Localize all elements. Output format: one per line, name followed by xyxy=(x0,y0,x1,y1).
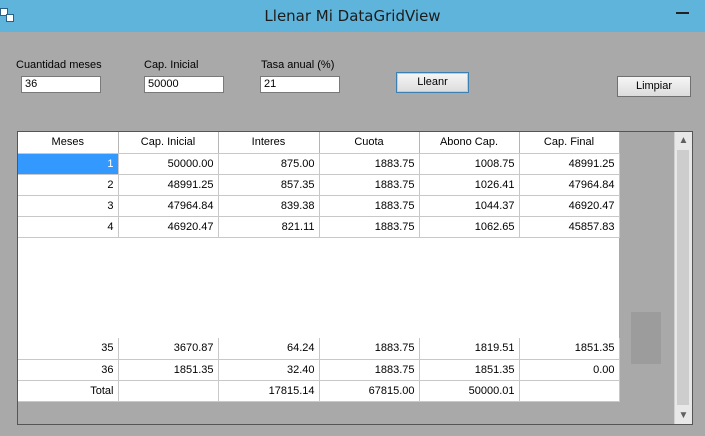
grid-cell[interactable]: 1819.51 xyxy=(419,338,520,360)
grid-cell[interactable]: 1008.75 xyxy=(419,153,520,175)
grid-cell[interactable]: 875.00 xyxy=(218,153,320,175)
months-label: Cuantidad meses xyxy=(16,59,102,71)
grid-cell[interactable]: 1883.75 xyxy=(319,359,420,381)
grid-cell[interactable]: 1851.35 xyxy=(419,359,520,381)
grid-cell[interactable]: 35 xyxy=(18,338,119,360)
grid-cell[interactable]: 857.35 xyxy=(218,174,320,196)
grid-cell[interactable]: 48991.25 xyxy=(519,153,620,175)
grid-cell[interactable]: 1 xyxy=(18,153,119,175)
table-row[interactable]: 2 48991.25 857.35 1883.75 1026.41 47964.… xyxy=(18,174,620,196)
grid-blank-area xyxy=(18,220,619,338)
grid-cell[interactable] xyxy=(118,380,219,402)
column-header[interactable]: Cap. Inicial xyxy=(118,132,219,154)
fill-button[interactable]: Lleanr xyxy=(396,72,469,93)
table-row[interactable]: 4 46920.47 821.11 1883.75 1062.65 45857.… xyxy=(18,216,620,238)
minimize-icon[interactable] xyxy=(676,12,689,14)
grid-header-row: Meses Cap. Inicial Interes Cuota Abono C… xyxy=(18,132,620,154)
scroll-thumb[interactable] xyxy=(677,150,689,405)
vertical-scrollbar[interactable]: ▲ ▼ xyxy=(674,132,692,424)
ghost-scroll-thumb xyxy=(631,312,661,364)
column-header[interactable]: Interes xyxy=(218,132,320,154)
grid-cell[interactable]: 1883.75 xyxy=(319,195,420,217)
scroll-up-icon[interactable]: ▲ xyxy=(675,132,692,149)
grid-cell[interactable]: 1883.75 xyxy=(319,153,420,175)
grid-cell[interactable]: 64.24 xyxy=(218,338,320,360)
grid-cell[interactable]: 32.40 xyxy=(218,359,320,381)
grid-cell[interactable]: 0.00 xyxy=(519,359,620,381)
column-header[interactable]: Abono Cap. xyxy=(419,132,520,154)
table-row[interactable]: 1 50000.00 875.00 1883.75 1008.75 48991.… xyxy=(18,153,620,175)
table-row[interactable]: 36 1851.35 32.40 1883.75 1851.35 0.00 xyxy=(18,359,620,381)
grid-cell[interactable]: 48991.25 xyxy=(118,174,219,196)
grid-cell[interactable]: 46920.47 xyxy=(519,195,620,217)
grid-cell[interactable]: 1883.75 xyxy=(319,338,420,360)
column-header[interactable]: Cuota xyxy=(319,132,420,154)
table-row[interactable]: 3 47964.84 839.38 1883.75 1044.37 46920.… xyxy=(18,195,620,217)
months-input[interactable]: 36 xyxy=(21,76,101,93)
grid-cell[interactable]: 1026.41 xyxy=(419,174,520,196)
grid-cell[interactable]: 1851.35 xyxy=(519,338,620,360)
grid-cell[interactable]: 3 xyxy=(18,195,119,217)
grid-cell[interactable]: 50000.01 xyxy=(419,380,520,402)
grid-cell[interactable]: 1851.35 xyxy=(118,359,219,381)
grid-cell[interactable]: 4 xyxy=(18,216,119,238)
rate-input[interactable]: 21 xyxy=(260,76,340,93)
grid-cell[interactable]: 17815.14 xyxy=(218,380,320,402)
capital-input[interactable]: 50000 xyxy=(144,76,224,93)
scroll-down-icon[interactable]: ▼ xyxy=(675,407,692,424)
window-title: Llenar Mi DataGridView xyxy=(264,7,441,25)
grid-cell[interactable]: 821.11 xyxy=(218,216,320,238)
grid-cell[interactable]: 839.38 xyxy=(218,195,320,217)
grid-cell[interactable]: 2 xyxy=(18,174,119,196)
grid-cell[interactable]: 36 xyxy=(18,359,119,381)
grid-cell[interactable]: 1044.37 xyxy=(419,195,520,217)
grid-cell[interactable] xyxy=(519,380,620,402)
grid-cell[interactable]: 3670.87 xyxy=(118,338,219,360)
data-grid[interactable]: Meses Cap. Inicial Interes Cuota Abono C… xyxy=(17,131,693,425)
grid-cell[interactable]: 1883.75 xyxy=(319,216,420,238)
title-bar: Llenar Mi DataGridView xyxy=(0,0,705,32)
total-row[interactable]: Total 17815.14 67815.00 50000.01 xyxy=(18,380,620,402)
grid-cell[interactable]: 46920.47 xyxy=(118,216,219,238)
grid-cell[interactable]: 47964.84 xyxy=(118,195,219,217)
capital-label: Cap. Inicial xyxy=(144,59,199,71)
column-header[interactable]: Cap. Final xyxy=(519,132,620,154)
rate-label: Tasa anual (%) xyxy=(261,59,335,71)
grid-cell[interactable]: 67815.00 xyxy=(319,380,420,402)
grid-table-bottom: 35 3670.87 64.24 1883.75 1819.51 1851.35… xyxy=(18,338,620,402)
grid-cell[interactable]: Total xyxy=(18,380,119,402)
grid-cell[interactable]: 47964.84 xyxy=(519,174,620,196)
column-header[interactable]: Meses xyxy=(18,132,119,154)
grid-cell[interactable]: 50000.00 xyxy=(118,153,219,175)
grid-table: Meses Cap. Inicial Interes Cuota Abono C… xyxy=(18,132,620,238)
table-row[interactable]: 35 3670.87 64.24 1883.75 1819.51 1851.35 xyxy=(18,338,620,360)
clear-button[interactable]: Limpiar xyxy=(617,76,691,97)
grid-cell[interactable]: 1062.65 xyxy=(419,216,520,238)
grid-cell[interactable]: 45857.83 xyxy=(519,216,620,238)
grid-cell[interactable]: 1883.75 xyxy=(319,174,420,196)
